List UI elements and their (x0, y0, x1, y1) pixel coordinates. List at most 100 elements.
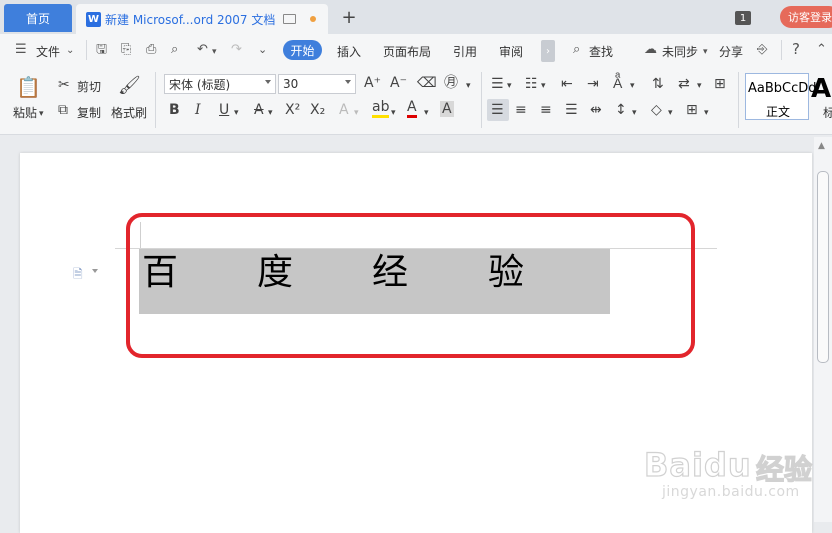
customize-toolbar-icon[interactable]: ⌄ (258, 43, 267, 57)
menu-search[interactable]: 查找 (589, 43, 613, 60)
scroll-up-icon[interactable]: ▲ (818, 139, 825, 153)
line-spacing-icon[interactable]: ↕ (615, 102, 627, 118)
strikethrough-icon[interactable]: A (254, 102, 264, 118)
export-icon[interactable]: ⎘ (121, 43, 131, 57)
borders-dropdown-icon[interactable]: ▾ (704, 105, 709, 121)
paragraph-shading-icon[interactable]: ◇ (651, 102, 662, 118)
menu-sync[interactable]: 未同步 (662, 43, 698, 60)
help-icon[interactable]: ? (792, 42, 800, 57)
decrease-indent-icon[interactable]: ⇤ (561, 76, 573, 92)
shrink-font-icon[interactable]: A⁻ (390, 75, 407, 91)
underline-icon[interactable]: U (219, 102, 229, 118)
chevron-down-icon[interactable] (265, 80, 271, 84)
hamburger-menu-icon[interactable]: ☰ (15, 43, 27, 57)
highlight-dropdown-icon[interactable]: ▾ (391, 105, 396, 121)
phonetic-guide-icon[interactable]: ㊊ (444, 75, 458, 91)
menu-separator (781, 40, 782, 60)
cut-icon[interactable]: ✂ (58, 77, 70, 93)
format-painter-icon[interactable]: 🖌 (118, 76, 141, 96)
bullet-list-icon[interactable]: ☰ (491, 76, 504, 92)
guest-login-button[interactable]: 访客登录 (780, 6, 832, 28)
menu-review[interactable]: 审阅 (499, 43, 523, 60)
ribbon-collapse-icon[interactable]: ⌃ (816, 43, 827, 57)
bullet-list-dropdown-icon[interactable]: ▾ (507, 78, 512, 94)
print-preview-icon[interactable]: ⌕ (171, 43, 178, 57)
undo-dropdown-icon[interactable]: ▾ (212, 45, 217, 59)
vertical-scrollbar[interactable]: ▲ (814, 137, 832, 522)
font-name-combo[interactable]: 宋体 (标题) (164, 74, 276, 94)
more-menu-chevron-icon[interactable]: › (541, 40, 555, 62)
sort-icon[interactable]: ⇅ (652, 76, 664, 92)
chevron-down-icon[interactable] (345, 80, 351, 84)
change-case-dropdown-icon[interactable]: ▾ (630, 78, 635, 94)
italic-icon[interactable]: I (195, 102, 201, 118)
paragraph-document-icon[interactable]: 🗎 (73, 265, 85, 281)
style-normal-tile[interactable]: AaBbCcDd 正文 (745, 73, 817, 120)
cloud-sync-icon[interactable]: ☁ (644, 43, 657, 57)
font-size-combo[interactable]: 30 (278, 74, 356, 94)
menu-layout[interactable]: 页面布局 (383, 43, 431, 60)
font-color-dropdown-icon[interactable]: ▾ (424, 105, 429, 121)
font-name-value: 宋体 (标题) (169, 77, 231, 92)
menu-insert[interactable]: 插入 (337, 43, 361, 60)
align-left-icon[interactable]: ☰ (491, 102, 504, 118)
character-shading-icon[interactable]: A (440, 101, 454, 117)
align-center-icon[interactable]: ≡ (515, 102, 527, 118)
line-spacing-dropdown-icon[interactable]: ▾ (632, 105, 637, 121)
search-icon[interactable]: ⌕ (573, 43, 580, 57)
print-icon[interactable]: ⎙ (146, 43, 156, 57)
chevron-down-icon[interactable]: ⌄ (66, 44, 74, 58)
monitor-icon[interactable] (283, 14, 297, 24)
paragraph-menu-dropdown-icon[interactable] (92, 269, 98, 273)
tab-home[interactable]: 首页 (4, 4, 72, 32)
paste-icon[interactable]: 📋 (16, 76, 41, 98)
window-count-badge[interactable]: 1 (735, 11, 751, 25)
borders-icon[interactable]: ⊞ (686, 102, 698, 118)
numbered-list-dropdown-icon[interactable]: ▾ (541, 78, 546, 94)
menu-share[interactable]: 分享 (719, 43, 743, 60)
style-heading-tile[interactable]: A (811, 74, 831, 104)
align-right-icon[interactable]: ≡ (540, 102, 552, 118)
collaboration-icon[interactable]: ⎆ (757, 43, 767, 57)
highlight-color-icon[interactable]: ab (372, 100, 390, 118)
strikethrough-dropdown-icon[interactable]: ▾ (268, 105, 273, 121)
subscript-icon[interactable]: X₂ (310, 102, 325, 118)
cut-button[interactable]: 剪切 (77, 78, 101, 95)
save-icon[interactable]: 🖫 (96, 43, 107, 57)
redo-icon[interactable]: ↷ (231, 43, 242, 57)
line-spacing-adjust-icon[interactable]: ⇄ (678, 76, 690, 92)
baidu-jingyan-watermark: Baidu 经验 jingyan.baidu.com (636, 432, 816, 512)
text-effect-dropdown-icon[interactable]: ▾ (354, 105, 359, 121)
menu-file[interactable]: 文件 (36, 43, 60, 60)
sync-dropdown-icon[interactable]: ▾ (703, 45, 708, 59)
format-painter-button[interactable]: 格式刷 (111, 104, 147, 121)
clear-format-icon[interactable]: ⌫ (417, 75, 437, 91)
undo-icon[interactable]: ↶ (197, 43, 208, 57)
tab-document[interactable]: W 新建 Microsof...ord 2007 文档 (76, 4, 328, 34)
underline-dropdown-icon[interactable]: ▾ (234, 105, 239, 121)
bold-icon[interactable]: B (169, 102, 180, 118)
table-grid-icon[interactable]: ⊞ (714, 76, 726, 92)
annotation-highlight-box (126, 213, 695, 358)
new-tab-button[interactable]: + (340, 7, 358, 28)
superscript-icon[interactable]: X² (285, 102, 300, 118)
copy-button[interactable]: 复制 (77, 104, 101, 121)
paste-button[interactable]: 粘贴 (13, 104, 37, 121)
unsaved-dot-icon (310, 16, 317, 22)
grow-font-icon[interactable]: A⁺ (364, 75, 381, 91)
justify-icon[interactable]: ☰ (565, 102, 578, 118)
numbered-list-icon[interactable]: ☷ (525, 76, 538, 92)
increase-indent-icon[interactable]: ⇥ (587, 76, 599, 92)
change-case-icon[interactable]: Aͣ (613, 76, 622, 92)
phonetic-dropdown-icon[interactable]: ▾ (466, 78, 471, 94)
font-color-icon[interactable]: A (407, 100, 417, 118)
paste-dropdown-icon[interactable]: ▾ (39, 106, 44, 122)
text-effect-icon[interactable]: A (339, 102, 349, 118)
scrollbar-thumb[interactable] (817, 171, 829, 363)
distributed-align-icon[interactable]: ⇹ (590, 102, 602, 118)
menu-reference[interactable]: 引用 (453, 43, 477, 60)
paragraph-shading-dropdown-icon[interactable]: ▾ (668, 105, 673, 121)
menu-start[interactable]: 开始 (283, 40, 322, 60)
line-spacing-adjust-dropdown-icon[interactable]: ▾ (697, 78, 702, 94)
copy-icon[interactable]: ⧉ (58, 102, 68, 118)
